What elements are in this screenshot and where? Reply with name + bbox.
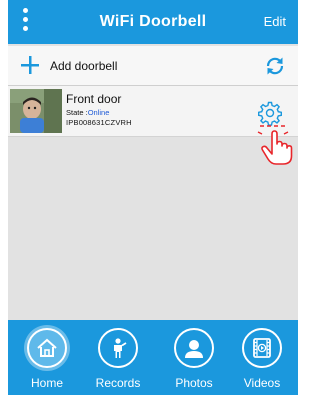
device-thumbnail bbox=[10, 89, 62, 133]
tap-hand-icon bbox=[257, 125, 293, 165]
photos-tab-circle bbox=[174, 328, 214, 368]
tab-home-label: Home bbox=[30, 376, 63, 390]
device-uid: IPB008631CZVRH bbox=[66, 118, 132, 127]
device-state-value: Online bbox=[87, 108, 110, 117]
tab-videos[interactable]: Videos bbox=[232, 320, 292, 395]
tab-videos-label: Videos bbox=[243, 376, 281, 390]
bottom-tab-bar: Home Records Photos Videos bbox=[8, 320, 298, 395]
home-icon bbox=[37, 338, 57, 357]
tab-photos[interactable]: Photos bbox=[164, 320, 224, 395]
page-title: WiFi Doorbell bbox=[99, 13, 207, 30]
top-bar: WiFi Doorbell Edit bbox=[8, 0, 298, 44]
tab-photos-label: Photos bbox=[175, 376, 213, 390]
refresh-icon[interactable] bbox=[264, 55, 286, 77]
device-state-label: State : bbox=[66, 108, 88, 117]
device-state: State :Online bbox=[66, 108, 109, 117]
tab-records-label: Records bbox=[95, 376, 141, 390]
user-icon bbox=[185, 340, 203, 358]
film-icon bbox=[253, 338, 271, 358]
home-tab-circle bbox=[27, 328, 67, 368]
add-doorbell-label: Add doorbell bbox=[50, 59, 118, 73]
records-tab-circle bbox=[98, 328, 138, 368]
device-row[interactable]: Front door State :Online IPB008631CZVRH bbox=[8, 86, 298, 137]
tab-home[interactable]: Home bbox=[17, 320, 77, 395]
plus-icon bbox=[21, 56, 39, 74]
tab-records[interactable]: Records bbox=[88, 320, 148, 395]
add-doorbell-row[interactable]: Add doorbell bbox=[8, 46, 298, 86]
person-icon bbox=[114, 338, 127, 358]
videos-tab-circle bbox=[242, 328, 282, 368]
edit-button[interactable]: Edit bbox=[264, 0, 286, 44]
device-name: Front door bbox=[66, 92, 122, 106]
app-screen: WiFi Doorbell Edit Add doorbell Front do… bbox=[8, 0, 298, 395]
